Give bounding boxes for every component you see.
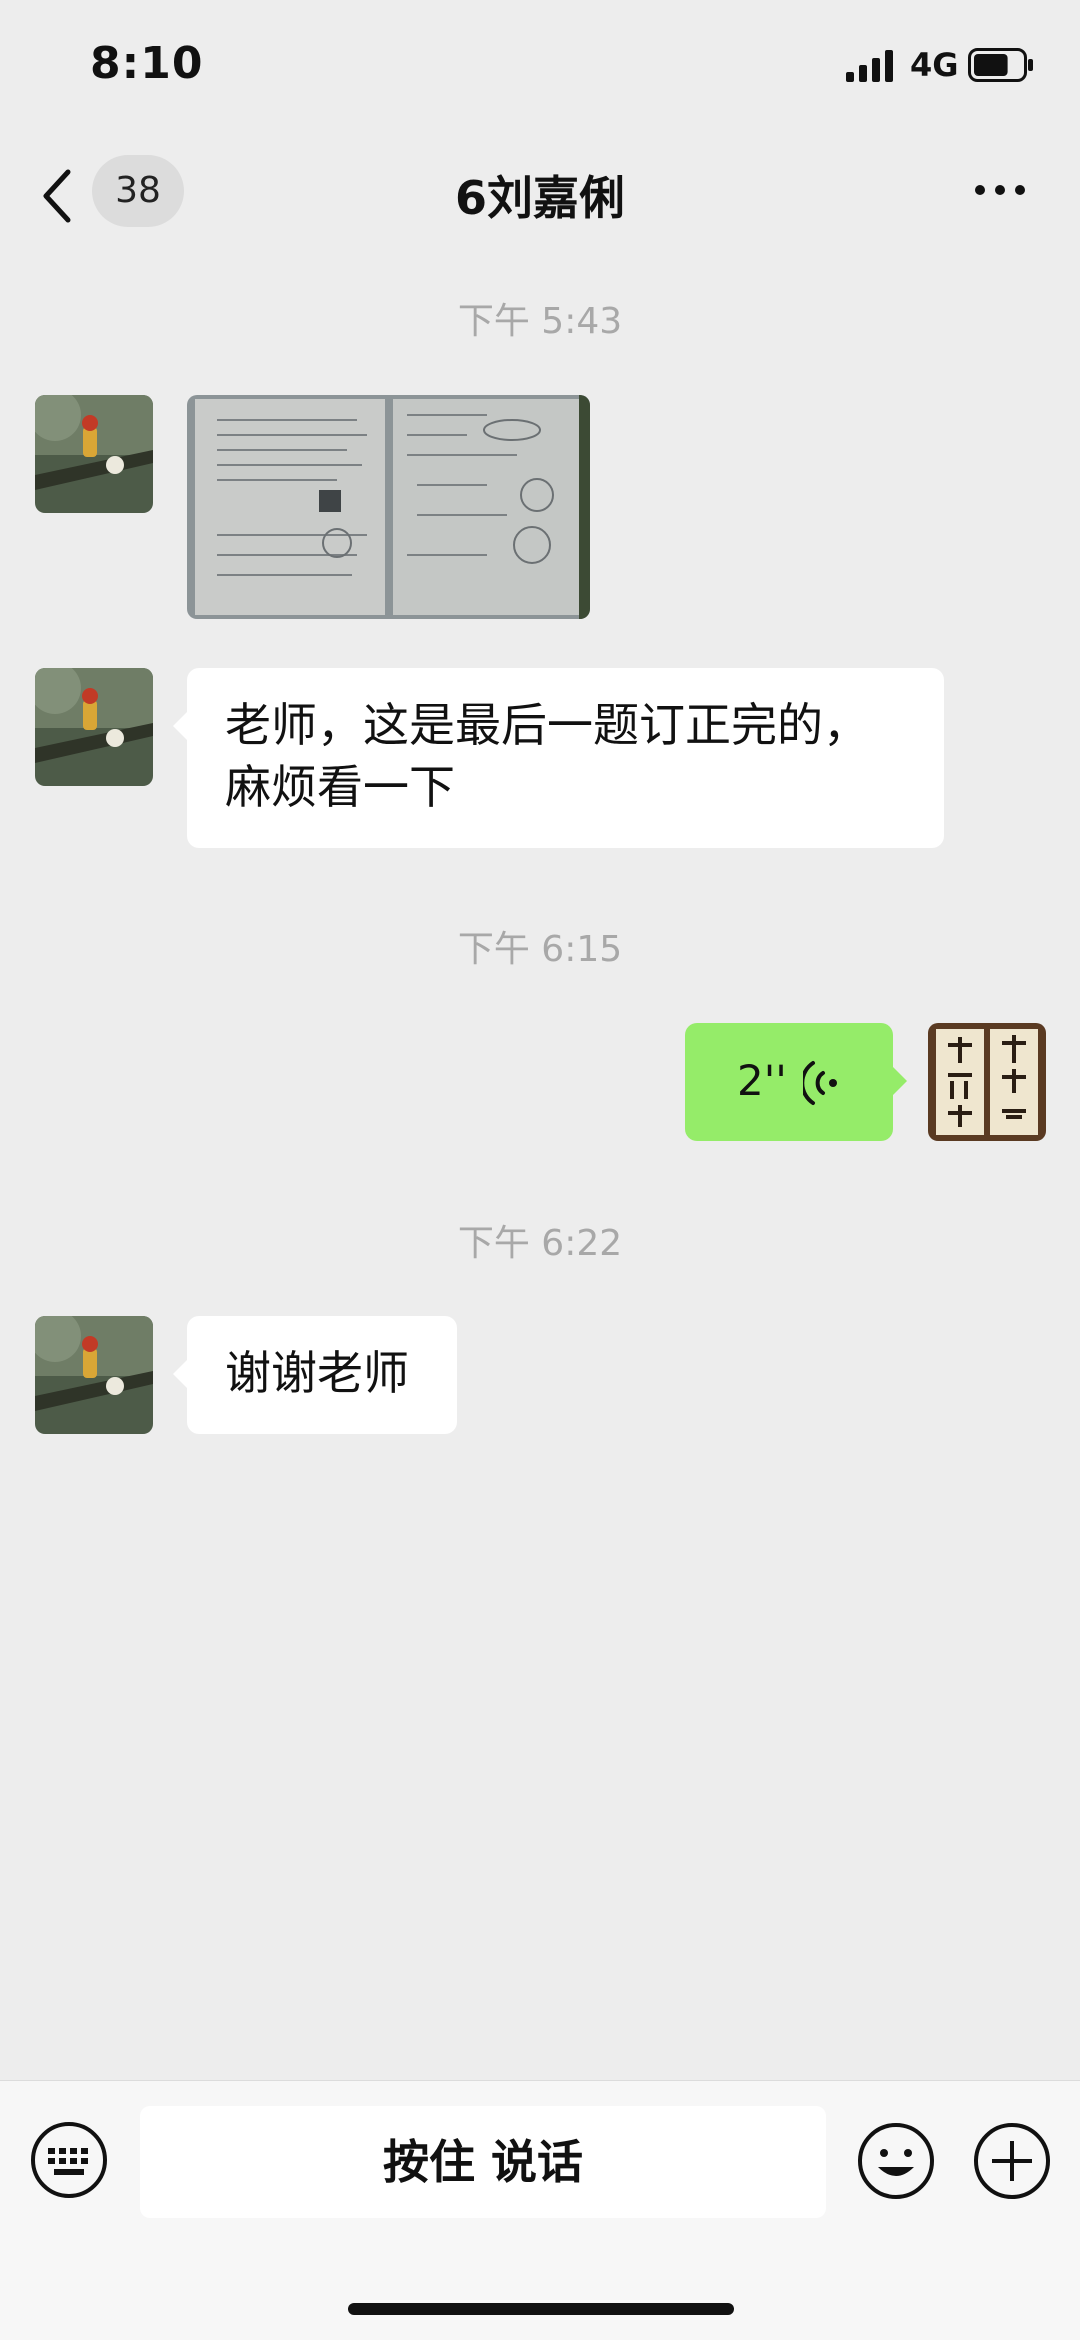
message-text-line: 老师，这是最后一题订正完的， xyxy=(225,698,869,752)
chat-header: 38 6刘嘉俐 xyxy=(0,140,1080,250)
voice-duration: 2'' xyxy=(737,1056,787,1105)
message-bubble[interactable]: 谢谢老师 xyxy=(173,1316,457,1434)
home-indicator[interactable] xyxy=(348,2303,734,2315)
homework-photo-image[interactable] xyxy=(187,395,590,619)
input-bar: 按住 说话 xyxy=(0,2080,1080,2340)
my-avatar[interactable] xyxy=(928,1023,1046,1141)
cellular-signal-icon xyxy=(846,50,893,82)
plus-icon[interactable] xyxy=(972,2121,1052,2201)
voice-message-bubble[interactable]: 2'' xyxy=(685,1023,907,1141)
message-bubble[interactable]: 老师，这是最后一题订正完的， 麻烦看一下 xyxy=(173,668,944,848)
message-timestamp: 下午 6:22 xyxy=(457,1223,623,1264)
contact-avatar[interactable] xyxy=(35,668,153,786)
keyboard-icon[interactable] xyxy=(30,2121,108,2199)
hold-to-talk-button[interactable]: 按住 说话 xyxy=(140,2106,826,2218)
contact-avatar[interactable] xyxy=(35,1316,153,1434)
battery-icon xyxy=(968,48,1033,82)
chat-title: 6刘嘉俐 xyxy=(454,171,625,225)
message-text-line: 麻烦看一下 xyxy=(225,760,455,814)
more-options-icon[interactable] xyxy=(970,160,1030,220)
contact-avatar[interactable] xyxy=(35,395,153,513)
voice-wave-icon xyxy=(803,1061,837,1105)
message-timestamp: 下午 6:15 xyxy=(457,929,623,970)
emoji-icon[interactable] xyxy=(856,2121,936,2201)
message-timestamp: 下午 5:43 xyxy=(457,301,623,342)
message-text: 谢谢老师 xyxy=(225,1346,409,1400)
network-type: 4G xyxy=(910,46,959,84)
clock: 8:10 xyxy=(90,38,204,89)
status-bar: 8:10 4G xyxy=(0,0,1080,130)
